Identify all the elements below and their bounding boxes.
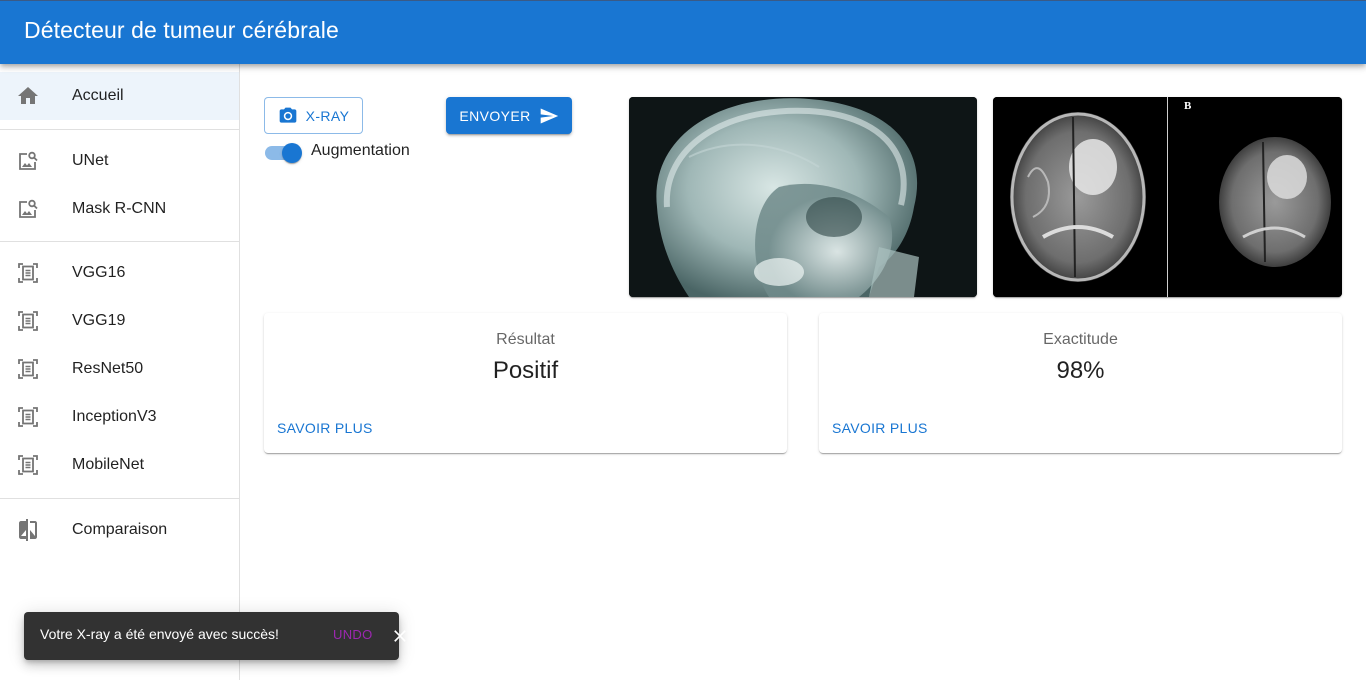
image-search-icon — [16, 197, 40, 221]
snackbar-message: Votre X-ray a été envoyé avec succès! — [40, 626, 279, 642]
sidebar: Accueil UNet Mask R-CNN VGG16 VGG19 ResN… — [0, 64, 240, 680]
document-scanner-icon — [16, 453, 40, 477]
app-bar: Détecteur de tumeur cérébrale — [0, 0, 1366, 64]
result-label: Résultat — [496, 331, 555, 348]
undo-button[interactable]: UNDO — [333, 627, 372, 642]
augmentation-label: Augmentation — [311, 142, 410, 159]
sidebar-item-label: Mask R-CNN — [72, 200, 167, 217]
send-icon — [540, 108, 558, 123]
result-card: Résultat Positif SAVOIR PLUS — [264, 313, 787, 453]
result-value: Positif — [492, 357, 559, 384]
sidebar-item-accueil[interactable]: Accueil — [0, 72, 239, 120]
sidebar-item-resnet50[interactable]: ResNet50 — [0, 345, 239, 393]
xray-image — [629, 97, 977, 297]
sidebar-item-label: Comparaison — [72, 521, 168, 538]
home-icon — [16, 84, 40, 108]
document-scanner-icon — [16, 309, 40, 333]
sidebar-item-vgg19[interactable]: VGG19 — [0, 297, 239, 345]
sidebar-item-mask-rcnn[interactable]: Mask R-CNN — [0, 185, 239, 233]
xray-upload-button[interactable]: X-RAY — [264, 97, 363, 134]
divider — [0, 129, 239, 130]
document-scanner-icon — [16, 357, 40, 381]
sidebar-item-label: VGG16 — [72, 264, 126, 281]
accuracy-card: Exactitude 98% SAVOIR PLUS — [819, 313, 1342, 453]
sidebar-item-comparaison[interactable]: Comparaison — [0, 506, 239, 554]
send-button-label: ENVOYER — [459, 107, 531, 124]
snackbar: Votre X-ray a été envoyé avec succès! UN… — [24, 612, 406, 660]
close-icon[interactable] — [390, 626, 410, 646]
sidebar-item-label: UNet — [72, 152, 109, 169]
xray-button-label: X-RAY — [305, 107, 350, 124]
sidebar-item-label: InceptionV3 — [72, 408, 157, 425]
sidebar-item-unet[interactable]: UNet — [0, 137, 239, 185]
switch-thumb — [282, 143, 302, 163]
image-search-icon — [16, 149, 40, 173]
document-scanner-icon — [16, 261, 40, 285]
app-title: Détecteur de tumeur cérébrale — [24, 17, 339, 43]
sidebar-item-label: VGG19 — [72, 312, 126, 329]
document-scanner-icon — [16, 405, 40, 429]
divider — [0, 498, 239, 499]
sidebar-item-mobilenet[interactable]: MobileNet — [0, 441, 239, 489]
camera-icon — [279, 107, 296, 123]
sidebar-item-vgg16[interactable]: VGG16 — [0, 249, 239, 297]
accuracy-value: 98% — [1056, 357, 1105, 384]
send-button[interactable]: ENVOYER — [446, 97, 572, 134]
accuracy-label: Exactitude — [1043, 331, 1118, 348]
result-learn-more-button[interactable]: SAVOIR PLUS — [277, 420, 373, 436]
accuracy-learn-more-button[interactable]: SAVOIR PLUS — [832, 420, 928, 436]
sidebar-item-label: ResNet50 — [72, 360, 144, 377]
divider — [0, 241, 239, 242]
compare-icon — [16, 518, 40, 542]
augmentation-switch[interactable] — [262, 140, 306, 166]
sidebar-item-label: MobileNet — [72, 456, 145, 473]
sidebar-item-inceptionv3[interactable]: InceptionV3 — [0, 393, 239, 441]
sidebar-item-label: Accueil — [72, 87, 124, 104]
mri-panel-letter: B — [1184, 100, 1192, 112]
mri-image: B — [993, 97, 1342, 297]
